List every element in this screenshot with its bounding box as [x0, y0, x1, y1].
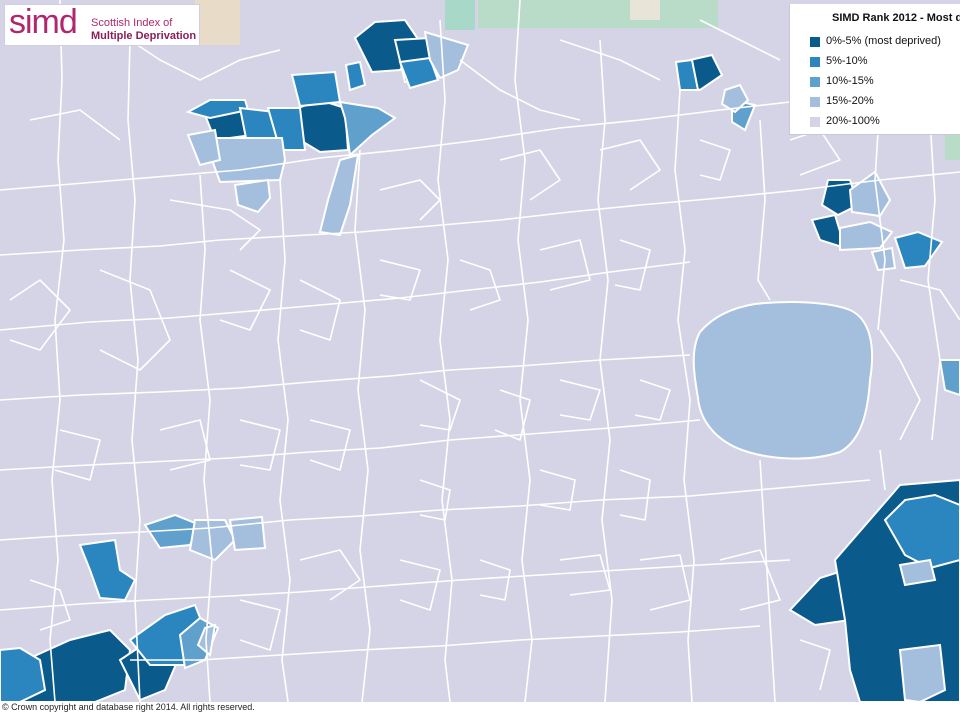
map-legend: SIMD Rank 2012 - Most deprived 0%-5% (mo…: [789, 4, 960, 135]
legend-label: 5%-10%: [826, 55, 868, 67]
logo-line1: Scottish Index of: [91, 17, 173, 29]
legend-swatch: [810, 117, 820, 127]
legend-swatch: [810, 37, 820, 47]
copyright-footer: © Crown copyright and database right 201…: [0, 702, 960, 720]
legend-label: 10%-15%: [826, 75, 874, 87]
legend-title: SIMD Rank 2012 - Most deprived: [832, 12, 960, 24]
legend-swatch: [810, 57, 820, 67]
legend-swatch: [810, 97, 820, 107]
legend-swatch: [810, 77, 820, 87]
logo-line2: Multiple Deprivation: [91, 30, 197, 42]
logo-wordmark: simd: [9, 3, 78, 41]
copyright-text: © Crown copyright and database right 201…: [2, 702, 255, 712]
legend-label: 20%-100%: [826, 115, 880, 127]
legend-label: 15%-20%: [826, 95, 874, 107]
legend-label: 0%-5% (most deprived): [826, 35, 941, 47]
simd-logo: simd Scottish Index of Multiple Deprivat…: [4, 3, 200, 46]
